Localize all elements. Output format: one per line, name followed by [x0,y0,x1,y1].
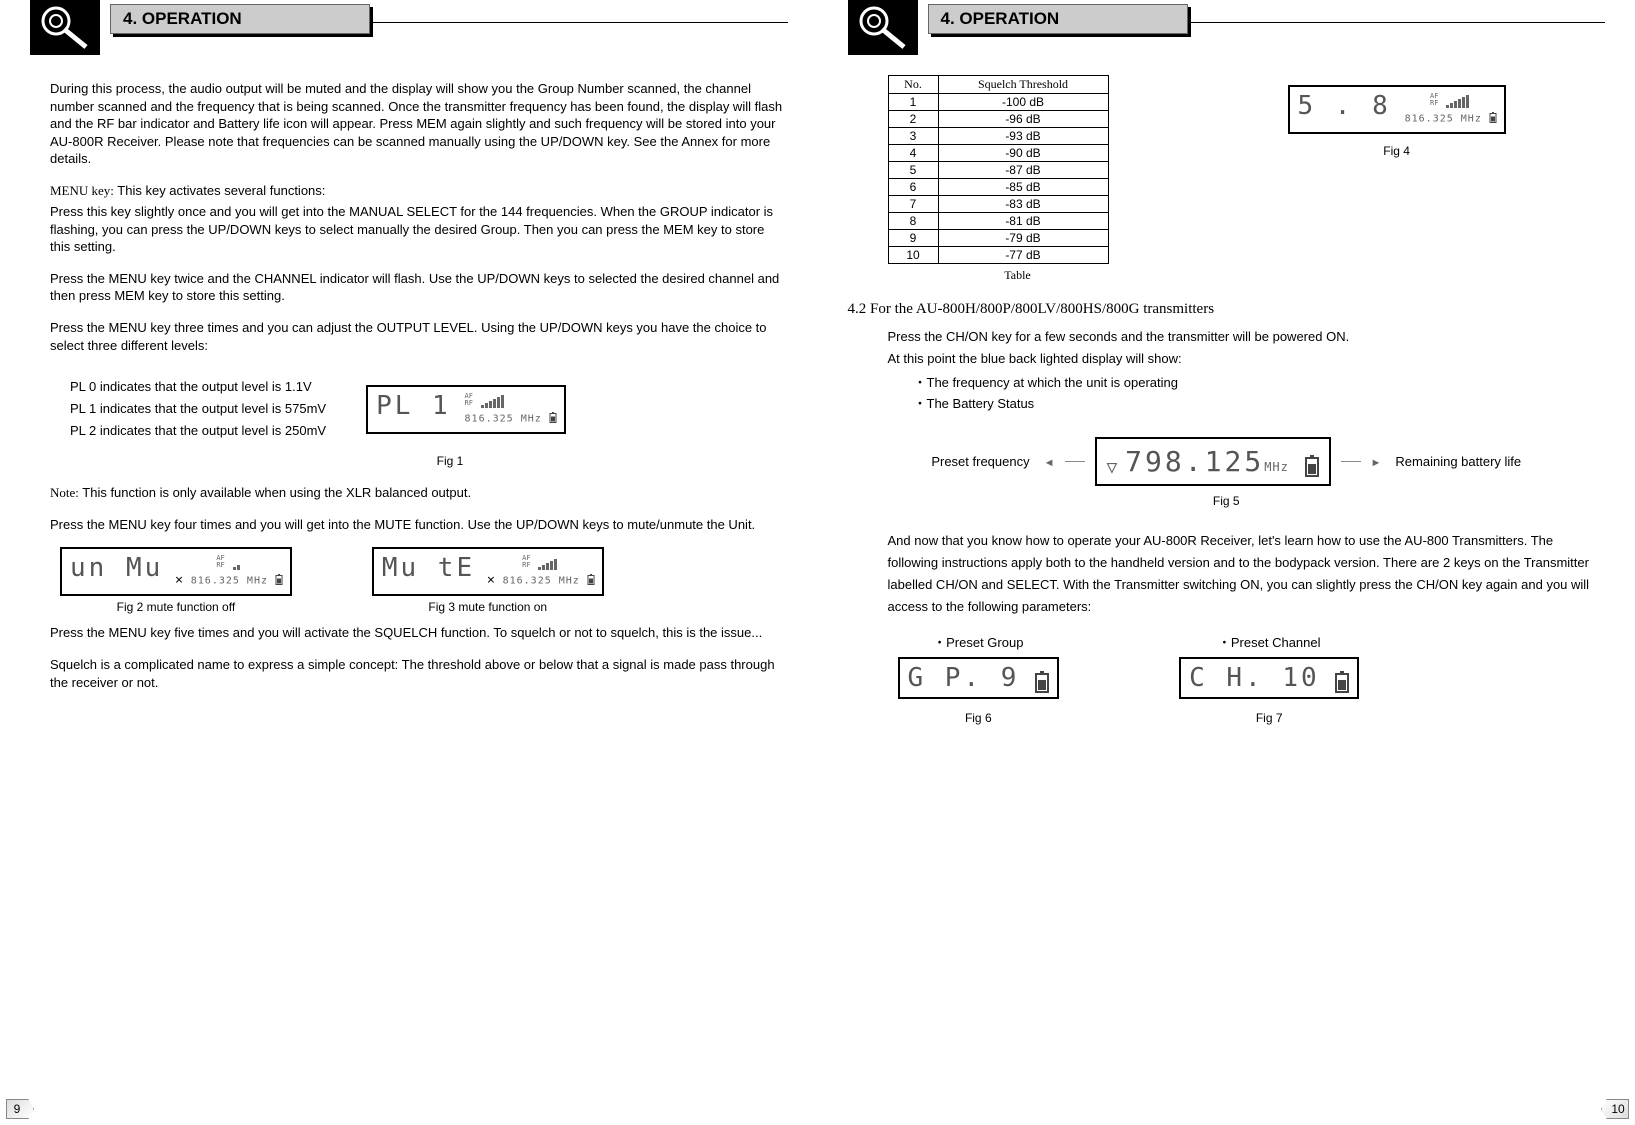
page-right: 4. OPERATION No. Squelch Threshold 1-100… [818,0,1635,1125]
page-left: 4. OPERATION During this process, the au… [0,0,818,1125]
note-label: Note: [50,485,79,500]
fig7-label: Preset Channel [1179,632,1359,651]
fig7-col: Preset Channel C H. 10 Fig 7 [1179,632,1359,725]
menu-paragraph-5: Press the MENU key five times and you wi… [50,624,788,642]
fig5-lcd: ▽ 798.125MHz [1095,437,1331,486]
fig1-lcd-main: PL 1 [376,391,451,421]
fig4-lcd: 5 . 8 AFRF 816.325 MHz [1288,85,1506,134]
right-p1: Press the CH/ON key for a few seconds an… [888,328,1606,346]
menu-paragraph-3: Press the MENU key three times and you c… [50,319,788,354]
fig3-col: Mu tE AFRF ✕ 816.325 MHz Fig 3 mute func… [372,547,604,614]
fig6-fig7-row: Preset Group G P. 9 Fig 6 Preset Channel… [898,632,1606,725]
fig4-wrap: 5 . 8 AFRF 816.325 MHz Fig 4 [1288,85,1506,158]
note-text: This function is only available when usi… [79,485,471,500]
fig5-wrap: Preset frequency ▽ 798.125MHz Remaining … [848,437,1606,508]
fig2-col: un Mu AFRF ✕ 816.325 MHz Fig 2 mute func… [60,547,292,614]
page-number-right: 10 [1601,1099,1629,1119]
fig1-wrap: PL 1 AFRF 816.325 MHz [366,385,566,434]
table-row: 4-90 dB [888,145,1108,162]
fig2-fig3-row: un Mu AFRF ✕ 816.325 MHz Fig 2 mute func… [60,547,788,614]
table-row: 7-83 dB [888,196,1108,213]
table-row: 10-77 dB [888,247,1108,264]
fig7-caption: Fig 7 [1179,711,1359,725]
page-number-left: 9 [6,1099,34,1119]
table-row: 5-87 dB [888,162,1108,179]
battery-icon [1035,673,1049,693]
table-row: 6-85 dB [888,179,1108,196]
intro-paragraph: During this process, the audio output wi… [50,80,788,168]
header-row: 4. OPERATION [30,0,788,55]
bullet-battery: The Battery Status [928,394,1606,415]
section-title: 4. OPERATION [110,4,370,34]
table-row: 3-93 dB [888,128,1108,145]
fig5-caption: Fig 5 [848,494,1606,508]
menu-paragraph-1: Press this key slightly once and you wil… [50,203,788,256]
menu-paragraph-4: Press the MENU key four times and you wi… [50,516,788,534]
fig6-label: Preset Group [898,632,1060,651]
fig3-caption: Fig 3 mute function on [372,600,604,614]
fig2-caption: Fig 2 mute function off [60,600,292,614]
menu-paragraph-2: Press the MENU key twice and the CHANNEL… [50,270,788,305]
table-header-threshold: Squelch Threshold [938,76,1108,94]
menu-key-intro-text: This key activates several functions: [114,183,325,198]
section-title-bar: 4. OPERATION [110,4,788,23]
header-row: 4. OPERATION [848,0,1606,55]
fig6-col: Preset Group G P. 9 Fig 6 [898,632,1060,725]
fig1-lcd: PL 1 AFRF 816.325 MHz [366,385,566,434]
menu-key-label: MENU key: [50,183,114,198]
right-p2: At this point the blue back lighted disp… [888,350,1606,368]
section-title: 4. OPERATION [928,4,1188,34]
bullet-frequency: The frequency at which the unit is opera… [928,373,1606,394]
pl-level-block: PL 0 indicates that the output level is … [70,376,326,442]
table-row: 2-96 dB [888,111,1108,128]
fig5-left-label: Preset frequency [931,454,1029,469]
note-line: Note: This function is only available wh… [50,484,788,502]
pl2-line: PL 2 indicates that the output level is … [70,420,326,442]
fig1-caption: Fig 1 [350,454,550,468]
subsection-heading: 4.2 For the AU-800H/800P/800LV/800HS/800… [848,301,1606,318]
connector-icon [30,0,100,55]
battery-icon [1335,673,1349,693]
table-row: 8-81 dB [888,213,1108,230]
pl0-line: PL 0 indicates that the output level is … [70,376,326,398]
fig5-right-label: Remaining battery life [1395,454,1521,469]
table-header-no: No. [888,76,938,94]
table-row: 1-100 dB [888,94,1108,111]
menu-key-intro-line: MENU key: This key activates several fun… [50,182,788,200]
connector-icon [848,0,918,55]
section-title-bar: 4. OPERATION [928,4,1606,23]
battery-icon [1305,457,1319,477]
table-caption: Table [888,268,1148,283]
pl1-line: PL 1 indicates that the output level is … [70,398,326,420]
fig7-lcd: C H. 10 [1179,657,1359,699]
table-row: 9-79 dB [888,230,1108,247]
fig3-lcd: Mu tE AFRF ✕ 816.325 MHz [372,547,604,596]
fig2-lcd: un Mu AFRF ✕ 816.325 MHz [60,547,292,596]
fig4-caption: Fig 4 [1288,144,1506,158]
right-p3: And now that you know how to operate you… [888,530,1606,618]
menu-paragraph-6: Squelch is a complicated name to express… [50,656,788,691]
squelch-table: No. Squelch Threshold 1-100 dB2-96 dB3-9… [888,75,1109,264]
antenna-icon: ▽ [1107,457,1118,478]
fig6-caption: Fig 6 [898,711,1060,725]
fig6-lcd: G P. 9 [898,657,1060,699]
